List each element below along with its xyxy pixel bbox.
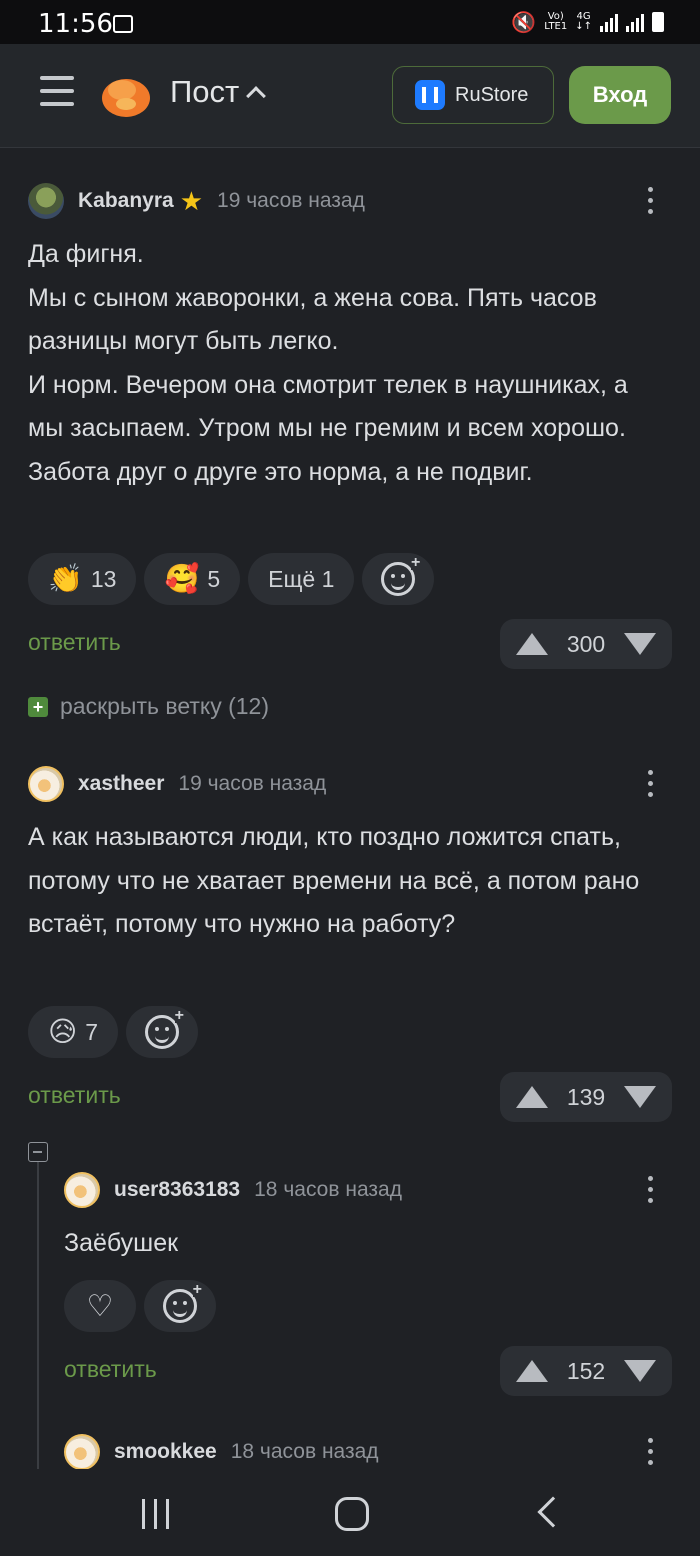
more-reactions-chip[interactable]: Ещё 1 [248,553,355,605]
clapping-icon: 👏 [48,563,83,594]
back-icon[interactable] [537,1496,569,1528]
reactions-bar: 👏 13 🥰 5 Ещё 1 + [28,553,435,605]
system-nav-bar [0,1469,700,1556]
vote-control: 300 [500,619,672,669]
pikabu-logo[interactable] [100,70,152,118]
add-reaction-button[interactable]: + [126,1006,198,1058]
vote-count: 152 [566,1357,606,1384]
upvote-icon[interactable] [516,633,548,655]
rustore-label: RuStore [455,83,529,106]
rustore-icon [415,80,445,110]
signal-icon [600,12,618,32]
add-reaction-button[interactable]: + [144,1280,216,1332]
reaction-chip[interactable]: 🥰 5 [144,553,241,605]
expand-thread-button[interactable]: + раскрыть ветку (12) [28,693,269,720]
avatar[interactable] [64,1172,100,1208]
username[interactable]: Kabanyra [78,189,174,213]
add-reaction-icon: + [381,555,421,596]
chevron-up-icon [246,86,267,106]
smiling-hearts-icon: 🥰 [164,563,200,594]
reactions-bar: 😥 7 + [28,1006,198,1058]
menu-icon[interactable] [40,76,74,108]
status-time: 11:56 [38,9,113,39]
reply-button[interactable]: ответить [28,629,121,656]
more-options-icon[interactable] [648,187,654,220]
reply-button[interactable]: ответить [28,1082,121,1109]
like-button[interactable]: ♡ [64,1280,136,1332]
page-title-dropdown[interactable]: Пост [170,74,267,110]
downvote-icon[interactable] [624,633,656,655]
comment-time: 19 часов назад [217,189,365,212]
login-button[interactable]: Вход [569,66,671,124]
reaction-chip[interactable]: 😥 7 [28,1006,118,1058]
page-title: Пост [170,74,240,109]
vote-count: 300 [566,630,606,657]
add-reaction-button[interactable]: + [362,553,435,605]
add-reaction-icon: + [145,1008,184,1049]
thread-line[interactable] [37,1162,39,1469]
status-icons: 🔇 Vo) LTE1 4G ↓↑ [511,10,664,34]
avatar[interactable] [28,766,64,802]
upvote-icon[interactable] [516,1086,548,1108]
plus-icon: + [28,696,48,717]
comment-text: Да фигня. Мы с сыном жаворонки, а жена с… [28,240,628,486]
heart-icon: ♡ [86,1289,114,1323]
network-type-indicator: 4G ↓↑ [575,11,592,32]
comments-feed: Kabanyra ★ 19 часов назад Да фигня. Мы с… [0,149,700,1469]
sad-face-icon: 😥 [48,1016,78,1047]
avatar[interactable] [28,183,64,219]
comment-header: user8363183 18 часов назад [64,1170,402,1210]
downvote-icon[interactable] [624,1086,656,1108]
more-options-icon[interactable] [648,770,654,803]
recent-apps-icon[interactable] [142,1499,169,1529]
collapse-thread-icon[interactable] [28,1142,48,1162]
vote-control: 152 [500,1346,672,1396]
vote-count: 139 [566,1083,606,1110]
comment-time: 18 часов назад [254,1178,402,1201]
avatar[interactable] [64,1434,100,1469]
status-bar: 11:56 🔇 Vo) LTE1 4G ↓↑ [0,0,700,44]
star-icon: ★ [179,185,204,216]
more-options-icon[interactable] [648,1176,654,1209]
battery-icon [652,12,664,32]
comment-text: А как называются люди, кто поздно ложитс… [28,823,640,938]
upvote-icon[interactable] [516,1360,548,1382]
comment-time: 18 часов назад [230,1440,379,1463]
gallery-notification-icon [113,15,133,33]
add-reaction-icon: + [163,1282,202,1323]
comment-header: smookkee 18 часов назад [64,1432,379,1469]
comment-time: 19 часов назад [178,772,327,795]
mute-icon: 🔇 [511,10,537,34]
home-icon[interactable] [335,1497,369,1531]
rustore-button[interactable]: RuStore [392,66,554,124]
signal-icon-2 [626,12,644,32]
comment-header: xastheer 19 часов назад [28,764,326,804]
username[interactable]: smookkee [114,1440,217,1464]
comment-header: Kabanyra ★ 19 часов назад [28,181,365,221]
app-header: Пост RuStore Вход [0,44,700,148]
volte-indicator: Vo) LTE1 [544,11,568,32]
vote-control: 139 [500,1072,672,1122]
reactions-bar: ♡ + [64,1280,216,1332]
downvote-icon[interactable] [624,1360,656,1382]
reaction-chip[interactable]: 👏 13 [28,553,137,605]
more-options-icon[interactable] [648,1438,654,1469]
expand-thread-label: раскрыть ветку (12) [60,693,270,719]
reply-button[interactable]: ответить [64,1356,157,1383]
username[interactable]: user8363183 [114,1178,240,1202]
username[interactable]: xastheer [78,772,164,796]
comment-text: Заёбушек [64,1229,179,1257]
